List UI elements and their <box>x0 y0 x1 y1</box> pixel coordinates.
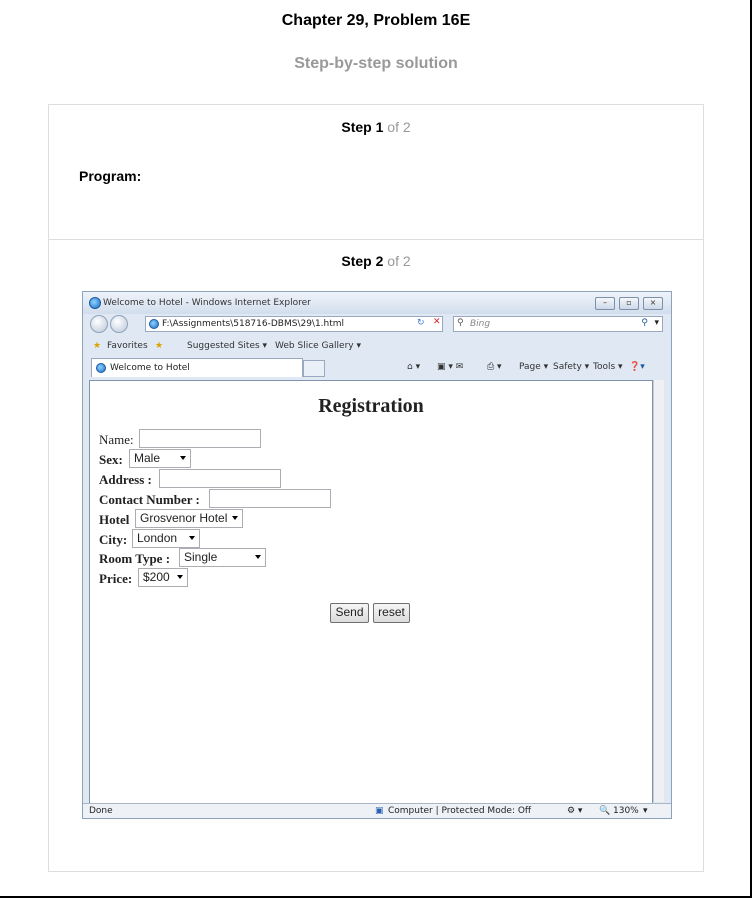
address-input[interactable] <box>159 469 281 488</box>
browser-titlebar: Welcome to Hotel - Windows Internet Expl… <box>83 292 671 314</box>
web-slice-gallery-link[interactable]: Web Slice Gallery ▾ <box>275 341 361 351</box>
close-icon[interactable]: × <box>643 297 663 310</box>
city-row: City: London <box>99 529 299 549</box>
hotel-row: Hotel Grosvenor Hotel <box>99 509 299 529</box>
ie-logo-icon <box>89 297 101 309</box>
address-row-form: Address : <box>99 469 299 489</box>
chevron-down-icon <box>189 536 195 540</box>
name-row: Name: <box>99 429 299 449</box>
price-row: Price: $200 <box>99 568 299 588</box>
name-input[interactable] <box>139 429 261 448</box>
tab-welcome[interactable]: Welcome to Hotel <box>91 358 303 377</box>
new-tab-button[interactable] <box>303 360 325 377</box>
search-go-icon[interactable]: ⚲ <box>641 318 648 328</box>
room-type-value: Single <box>184 550 218 564</box>
print-icon[interactable]: ⎙ ▾ <box>487 362 502 372</box>
security-zone: Computer | Protected Mode: Off <box>388 806 532 816</box>
tab-label: Welcome to Hotel <box>110 363 190 373</box>
page-content: Registration Name: Sex: Male Address : C… <box>89 380 653 804</box>
step-1-label: Step <box>341 119 372 135</box>
send-button[interactable]: Send <box>330 603 369 623</box>
stop-icon[interactable]: ✕ <box>433 317 441 327</box>
safety-menu[interactable]: Safety ▾ <box>553 362 589 372</box>
zoom-level[interactable]: 130% <box>613 806 639 816</box>
city-label: City: <box>99 532 128 547</box>
step-2-total: of 2 <box>387 253 411 269</box>
home-icon[interactable]: ⌂ ▾ <box>407 362 420 372</box>
zoom-dropdown-icon[interactable]: ▾ <box>643 806 648 816</box>
contact-label: Contact Number : <box>99 492 200 507</box>
status-text: Done <box>89 806 113 816</box>
room-type-select[interactable]: Single <box>179 548 266 567</box>
favorites-button[interactable]: Favorites <box>107 341 148 351</box>
page-subtitle: Step-by-step solution <box>294 55 458 72</box>
search-dropdown-icon[interactable]: ▾ <box>654 318 659 328</box>
city-value: London <box>137 531 178 545</box>
suggested-sites-link[interactable]: Suggested Sites ▾ <box>187 341 267 351</box>
chevron-down-icon <box>232 516 238 520</box>
status-bar: Done ▣ Computer | Protected Mode: Off ⚙ … <box>83 803 671 818</box>
city-select[interactable]: London <box>132 529 200 548</box>
back-icon[interactable] <box>90 315 108 333</box>
step-1-header: Step 1 of 2 <box>49 119 703 135</box>
page-title: Chapter 29, Problem 16E <box>281 12 471 29</box>
room-type-row: Room Type : Single <box>99 548 299 568</box>
favorites-star-icon: ★ <box>93 341 102 351</box>
zoom-icon: 🔍 <box>599 806 611 816</box>
contact-row: Contact Number : <box>99 489 339 509</box>
popup-blocker-icon[interactable]: ⚙ ▾ <box>567 806 582 816</box>
reset-button[interactable]: reset <box>373 603 410 623</box>
step-1-text: Program: <box>79 168 142 184</box>
step-2-number: 2 <box>375 253 384 269</box>
price-label: Price: <box>99 571 133 586</box>
tab-bar: Welcome to Hotel ⌂ ▾ ▣ ▾ ✉ ⎙ ▾ Page ▾ Sa… <box>83 356 671 378</box>
refresh-icon[interactable]: ↻ <box>417 318 425 328</box>
vertical-scrollbar[interactable] <box>653 380 664 802</box>
tab-page-icon <box>96 363 106 373</box>
step-1-total: of 2 <box>387 119 411 135</box>
sex-label: Sex: <box>99 452 123 467</box>
step-2-header: Step 2 of 2 <box>49 253 703 269</box>
sex-row: Sex: Male <box>99 449 299 469</box>
price-select[interactable]: $200 <box>138 568 188 587</box>
chevron-down-icon <box>177 575 183 579</box>
hotel-select[interactable]: Grosvenor Hotel <box>135 509 243 528</box>
room-type-label: Room Type : <box>99 551 171 566</box>
form-heading: Registration <box>318 395 424 417</box>
search-placeholder: Bing <box>470 319 491 329</box>
page-icon <box>149 319 159 329</box>
search-input[interactable]: ⚲ Bing ⚲ ▾ <box>453 316 663 332</box>
favorites-bar: ★ Favorites ★ Suggested Sites ▾ Web Slic… <box>83 337 671 355</box>
page-menu[interactable]: Page ▾ <box>519 362 548 372</box>
tools-menu[interactable]: Tools ▾ <box>593 362 623 372</box>
address-bar[interactable]: F:\Assignments\518716-DBMS\29\1.html <box>145 316 443 332</box>
window-title: Welcome to Hotel - Windows Internet Expl… <box>103 298 311 308</box>
price-value: $200 <box>143 570 170 584</box>
chevron-down-icon <box>180 456 186 460</box>
step-2-label: Step <box>341 253 372 269</box>
address-label: Address : <box>99 472 152 487</box>
help-icon[interactable]: ❓▾ <box>629 362 645 372</box>
step-1-number: 1 <box>375 119 384 135</box>
sex-value: Male <box>134 451 161 465</box>
sex-select[interactable]: Male <box>129 449 191 468</box>
address-row: F:\Assignments\518716-DBMS\29\1.html ↻ ✕… <box>83 313 671 335</box>
maximize-icon[interactable]: ▫ <box>619 297 639 310</box>
hotel-label: Hotel <box>99 512 130 527</box>
forward-icon[interactable] <box>110 315 128 333</box>
browser-screenshot: Welcome to Hotel - Windows Internet Expl… <box>82 291 672 819</box>
contact-input[interactable] <box>209 489 331 508</box>
computer-zone-icon: ▣ <box>375 806 384 816</box>
address-value: F:\Assignments\518716-DBMS\29\1.html <box>162 319 345 329</box>
name-label: Name: <box>99 432 134 447</box>
add-favorites-icon[interactable]: ★ <box>155 341 163 351</box>
step-divider <box>49 239 703 240</box>
feeds-icon[interactable]: ▣ ▾ ✉ <box>437 362 463 372</box>
chevron-down-icon <box>255 555 261 559</box>
hotel-value: Grosvenor Hotel <box>140 511 228 525</box>
search-icon: ⚲ <box>457 318 464 328</box>
minimize-icon[interactable]: – <box>595 297 615 310</box>
